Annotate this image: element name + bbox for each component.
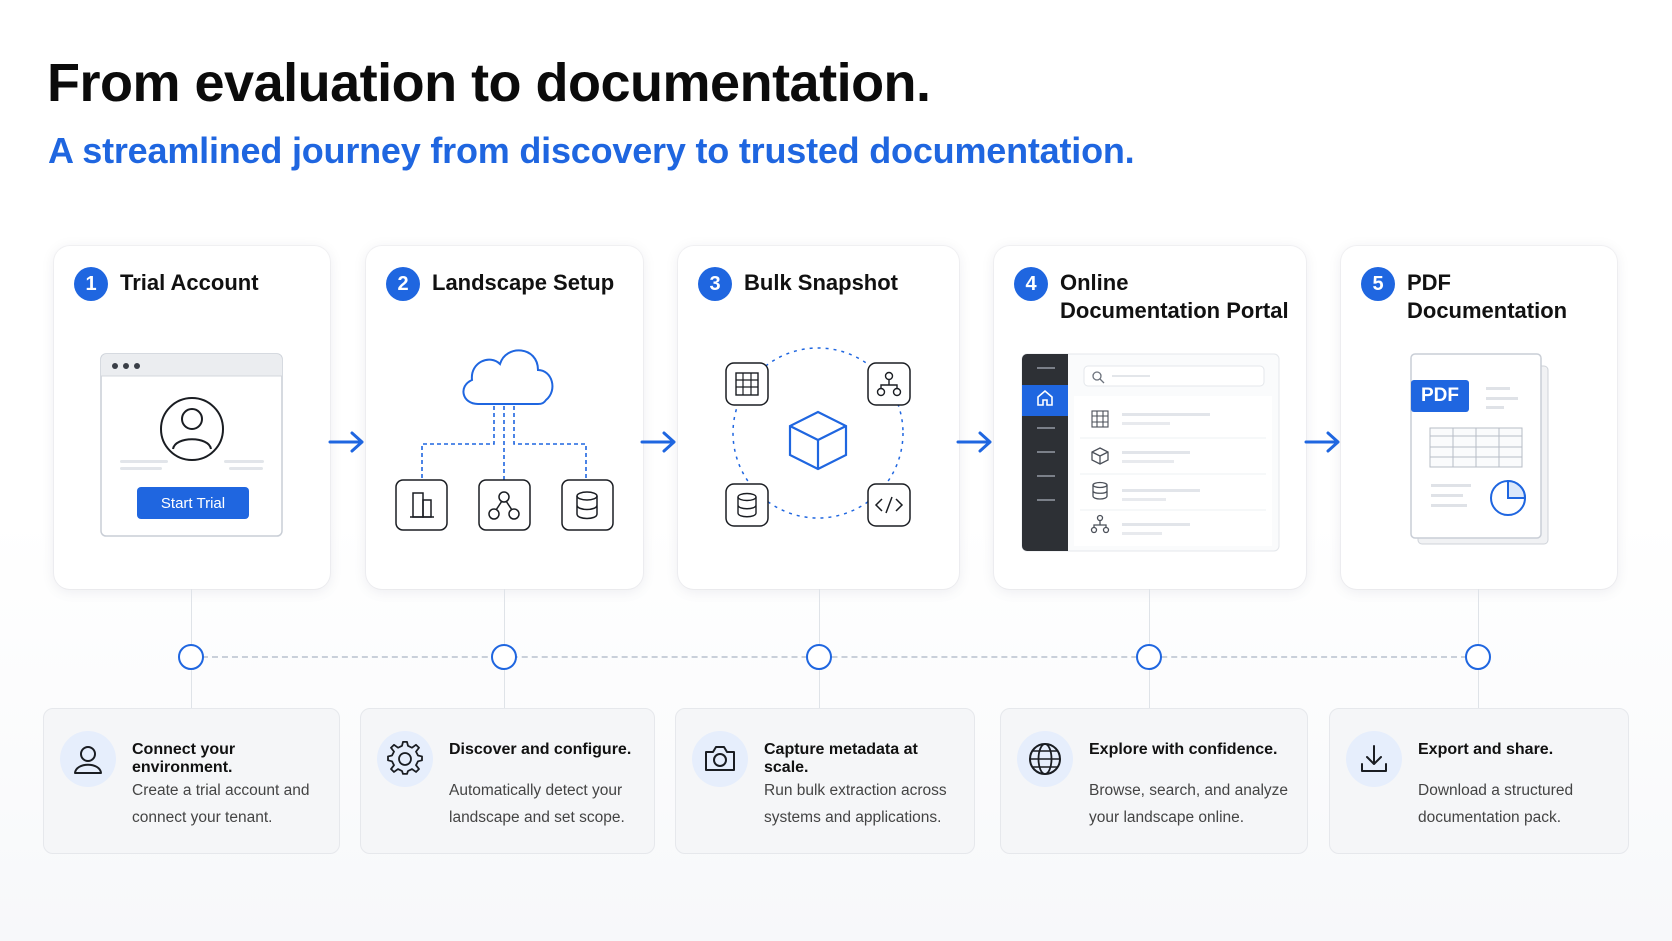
detail-heading: Export and share. <box>1418 741 1554 758</box>
globe-icon <box>1017 731 1073 787</box>
pdf-document-illustration <box>1410 353 1549 545</box>
detail-heading: Capture metadata at scale. <box>764 741 918 776</box>
portal-window-illustration <box>1021 353 1280 552</box>
detail-description: Automatically detect your landscape and … <box>449 782 625 826</box>
arrow-right-icon <box>640 431 676 453</box>
user-icon <box>60 731 116 787</box>
timeline-line <box>192 656 1477 658</box>
detail-description: Create a trial account and connect your … <box>132 782 310 826</box>
table-grid-icon <box>1429 427 1523 468</box>
detail-description: Download a structured documentation pack… <box>1418 782 1574 826</box>
gear-icon <box>377 731 433 787</box>
database-icon <box>561 479 614 531</box>
detail-card-discover: Discover and configure. Automatically de… <box>360 708 655 854</box>
timeline-node <box>178 644 204 670</box>
arrow-right-icon <box>1304 431 1340 453</box>
bulk-snapshot-illustration <box>725 347 911 527</box>
hierarchy-icon <box>867 362 911 406</box>
detail-card-capture: Capture metadata at scale. Run bulk extr… <box>675 708 975 854</box>
step-card-bulk-snapshot: 3 Bulk Snapshot <box>678 246 959 589</box>
arrow-right-icon <box>328 431 364 453</box>
step-card-online-documentation-portal: 4 Online Documentation Portal <box>994 246 1306 589</box>
detail-card-explore: Explore with confidence. Browse, search,… <box>1000 708 1308 854</box>
user-avatar-icon <box>160 397 224 461</box>
cube-icon <box>788 410 848 471</box>
timeline-node <box>1465 644 1491 670</box>
cloud-icon <box>462 349 554 405</box>
pdf-badge-label: PDF <box>1421 385 1459 406</box>
detail-heading: Discover and configure. <box>449 741 632 758</box>
detail-heading: Connect your environment. <box>132 741 236 776</box>
detail-description: Run bulk extraction across systems and a… <box>764 782 947 826</box>
arrow-right-icon <box>956 431 992 453</box>
page-subtitle: A streamlined journey from discovery to … <box>48 130 1135 171</box>
step-card-landscape-setup: 2 Landscape Setup <box>366 246 643 589</box>
page-title: From evaluation to documentation. <box>47 53 931 113</box>
detail-description: Browse, search, and analyze your landsca… <box>1089 782 1289 826</box>
pie-chart-icon <box>1490 479 1527 516</box>
timeline-node <box>806 644 832 670</box>
browser-window-illustration <box>100 353 283 537</box>
network-nodes-icon <box>478 479 531 531</box>
database-icon <box>725 483 769 527</box>
building-icon <box>395 479 448 531</box>
step-card-pdf-documentation: 5 PDF Documentation PDF <box>1341 246 1617 589</box>
detail-heading: Explore with confidence. <box>1089 741 1278 758</box>
detail-card-connect: Connect your environment. Create a trial… <box>43 708 340 854</box>
start-trial-button[interactable]: Start Trial <box>137 487 249 519</box>
table-grid-icon <box>725 362 769 406</box>
detail-card-export: Export and share. Download a structured … <box>1329 708 1629 854</box>
cloud-landscape-illustration <box>395 349 614 531</box>
camera-icon <box>692 731 748 787</box>
code-icon <box>867 483 911 527</box>
step-card-trial-account: 1 Trial Account Start Trial <box>54 246 330 589</box>
timeline-node <box>491 644 517 670</box>
timeline-node <box>1136 644 1162 670</box>
download-icon <box>1346 731 1402 787</box>
